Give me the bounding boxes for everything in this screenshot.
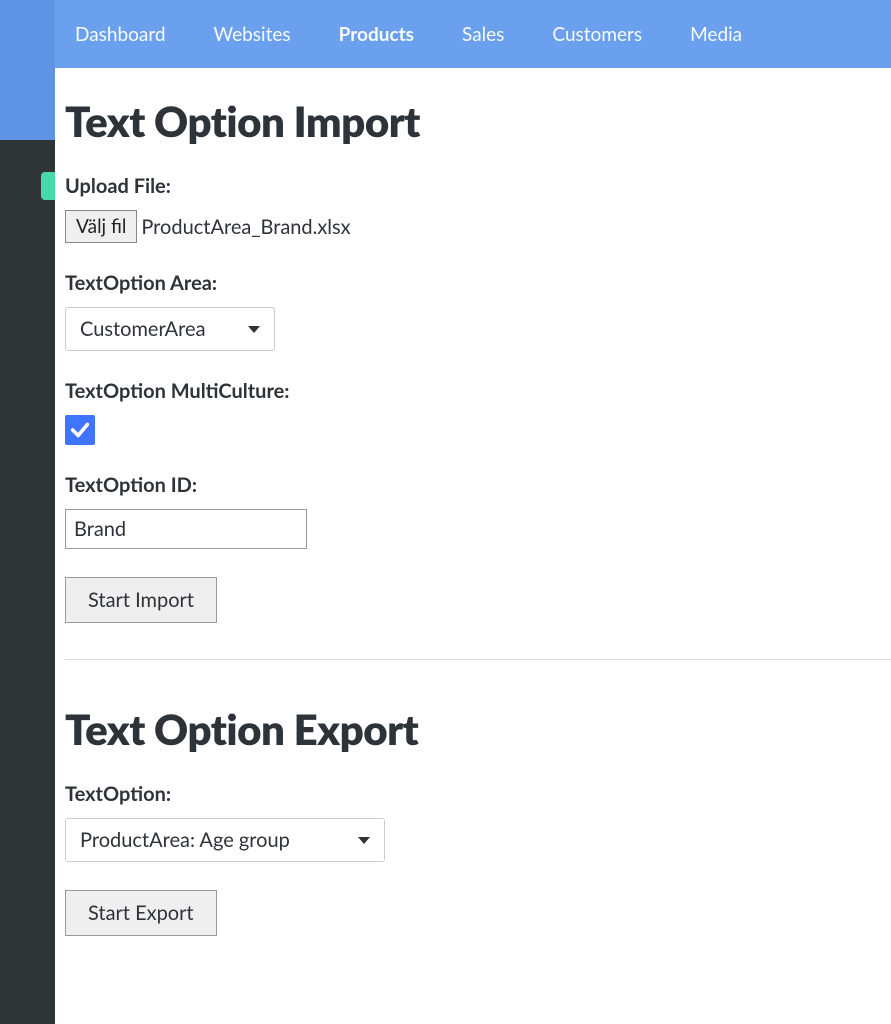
left-rail [0,0,55,1024]
choose-file-button[interactable]: Välj fil [65,210,137,243]
selected-file-name: ProductArea_Brand.xlsx [141,215,350,239]
rail-active-indicator [41,172,55,200]
export-textoption-label: TextOption: [65,782,891,806]
chevron-down-icon [358,837,370,844]
section-divider [65,659,891,660]
chevron-down-icon [248,326,260,333]
nav-dashboard[interactable]: Dashboard [75,23,166,46]
content-area: Text Option Import Upload File: Välj fil… [55,68,891,964]
textoption-area-label: TextOption Area: [65,271,891,295]
export-textoption-select[interactable]: ProductArea: Age group [65,818,385,862]
export-textoption-value: ProductArea: Age group [80,828,290,852]
check-icon [69,419,91,441]
start-export-button[interactable]: Start Export [65,890,217,936]
import-heading: Text Option Import [65,96,891,146]
textoption-multiculture-label: TextOption MultiCulture: [65,379,891,403]
nav-sales[interactable]: Sales [462,23,504,46]
top-nav: Dashboard Websites Products Sales Custom… [55,0,891,68]
upload-file-label: Upload File: [65,174,891,198]
export-heading: Text Option Export [65,704,891,754]
textoption-id-input[interactable] [65,509,307,549]
textoption-id-label: TextOption ID: [65,473,891,497]
start-import-button[interactable]: Start Import [65,577,217,623]
multiculture-checkbox[interactable] [65,415,95,445]
nav-websites[interactable]: Websites [214,23,291,46]
nav-customers[interactable]: Customers [552,23,642,46]
textoption-area-select[interactable]: CustomerArea [65,307,275,351]
nav-media[interactable]: Media [690,23,742,46]
textoption-area-value: CustomerArea [80,317,206,341]
left-rail-header [0,0,55,140]
nav-products[interactable]: Products [339,23,414,46]
